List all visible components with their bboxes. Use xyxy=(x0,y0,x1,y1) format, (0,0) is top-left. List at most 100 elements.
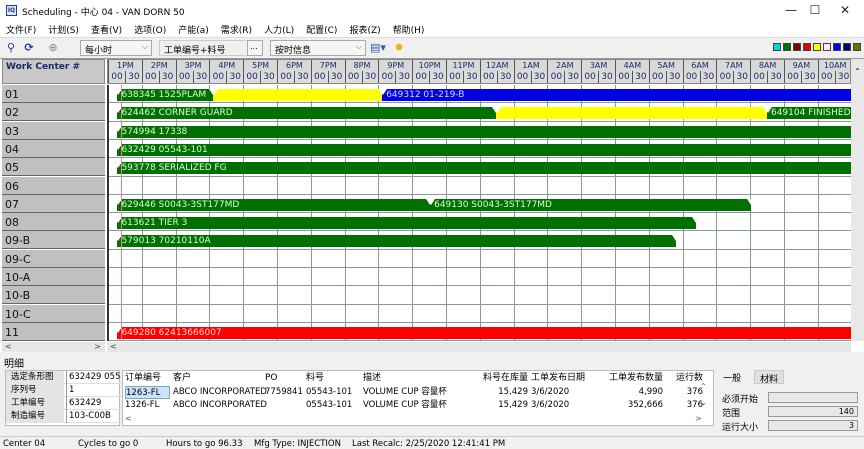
scroll-right-icon[interactable]: > xyxy=(94,342,101,351)
field-value[interactable] xyxy=(768,392,858,403)
table-scroll-down-icon[interactable]: ⌄ xyxy=(700,398,707,407)
legend-color-swatch[interactable] xyxy=(853,43,861,51)
schedule-bar[interactable]: 593778 SERIALIZED FG xyxy=(117,162,851,175)
work-center-row-label[interactable]: 05 xyxy=(2,158,105,177)
table-cell[interactable]: 352,666 xyxy=(601,399,663,412)
work-center-row-label[interactable]: 02 xyxy=(2,103,105,122)
field-value[interactable]: 3 xyxy=(768,420,858,431)
table-cell[interactable]: 1263-FL xyxy=(125,386,170,399)
schedule-bar[interactable]: 649312 01-219-B xyxy=(382,89,851,101)
info-select[interactable]: 按时信息 ⌵ xyxy=(270,40,366,56)
table-cell[interactable]: 7759841 xyxy=(265,386,305,399)
legend-color-swatch[interactable] xyxy=(803,43,811,51)
legend-color-swatch[interactable] xyxy=(793,43,801,51)
column-header[interactable]: 订单编号 xyxy=(125,372,170,385)
close-button[interactable]: ✕ xyxy=(830,2,860,19)
work-center-row-label[interactable]: 10-A xyxy=(2,268,105,286)
schedule-bar[interactable]: 649104 FINISHED GOODS xyxy=(766,107,851,120)
column-header[interactable]: 料号在库量 xyxy=(458,372,528,385)
binoculars-icon[interactable]: ⚲ xyxy=(4,41,18,55)
table-scroll-up-icon[interactable]: ⌃ xyxy=(700,382,707,391)
column-header[interactable]: PO xyxy=(265,372,305,385)
vertical-scrollbar[interactable]: ⌃ xyxy=(851,59,864,341)
menu-item[interactable]: 查看(V) xyxy=(85,21,128,37)
work-center-row-label[interactable]: 07 xyxy=(2,194,105,213)
work-center-row-label[interactable]: 09-C xyxy=(2,249,105,268)
scale-select[interactable]: 每小时 ⌵ xyxy=(80,40,152,56)
schedule-bar[interactable]: 579013 70210110A xyxy=(117,235,677,248)
table-cell[interactable]: VOLUME CUP 容量杯 xyxy=(363,399,458,412)
column-header[interactable]: 客户 xyxy=(173,372,263,385)
work-center-row-label[interactable]: 06 xyxy=(2,176,105,195)
maximize-button[interactable]: ☐ xyxy=(800,2,830,19)
field-value[interactable]: 140 xyxy=(768,406,858,417)
schedule-bar[interactable]: 649280 62413666007 xyxy=(117,326,851,339)
table-cell[interactable]: 3/6/2020 xyxy=(531,386,599,399)
table-cell[interactable]: 05543-101 xyxy=(306,386,361,399)
menu-item[interactable]: 需求(R) xyxy=(215,21,258,37)
menu-item[interactable]: 文件(F) xyxy=(0,21,42,37)
schedule-bar[interactable]: 632429 05543-101 xyxy=(117,143,851,156)
table-scroll-right-icon[interactable]: > xyxy=(695,414,702,423)
legend-color-swatch[interactable] xyxy=(843,43,851,51)
work-center-row-label[interactable]: 10-B xyxy=(2,286,105,305)
column-header[interactable]: 运行数 xyxy=(673,372,703,385)
scroll-left-icon[interactable]: < xyxy=(5,342,12,351)
legend-color-swatch[interactable] xyxy=(823,43,831,51)
schedule-bar[interactable] xyxy=(496,107,767,120)
zoom-icon[interactable]: ⊕ xyxy=(46,41,60,55)
scroll-left-icon[interactable]: < xyxy=(110,342,117,351)
table-cell[interactable]: 3/6/2020 xyxy=(531,399,599,412)
tab-general[interactable]: 一般 xyxy=(718,370,747,384)
property-value[interactable]: 1 xyxy=(66,384,121,397)
column-header[interactable]: 工单发布日期 xyxy=(531,372,599,385)
schedule-bar[interactable]: 629446 S0043-3ST177MD xyxy=(117,198,431,211)
work-center-row-label[interactable]: 08 xyxy=(2,213,105,232)
column-header[interactable]: 料号 xyxy=(306,372,361,385)
scroll-up-icon[interactable]: ⌃ xyxy=(851,59,864,76)
table-cell[interactable]: 15,429 xyxy=(458,399,528,412)
menu-item[interactable]: 报表(Z) xyxy=(343,21,386,37)
table-cell[interactable]: 376 xyxy=(673,399,703,412)
schedule-bar[interactable]: 638345 1525PLAM xyxy=(117,89,214,101)
work-center-row-label[interactable]: 09-B xyxy=(2,231,105,250)
work-center-row-label[interactable]: 03 xyxy=(2,121,105,140)
schedule-bar[interactable]: 613621 TIER 3 xyxy=(117,217,696,230)
work-center-row-label[interactable]: 10-C xyxy=(2,304,105,323)
legend-color-swatch[interactable] xyxy=(773,43,781,51)
menu-item[interactable]: 选项(O) xyxy=(128,21,172,37)
refresh-icon[interactable]: ⟳ xyxy=(22,41,36,55)
menu-item[interactable]: 帮助(H) xyxy=(387,21,431,37)
table-cell[interactable]: 1326-FL xyxy=(125,399,170,412)
table-cell[interactable]: ABCO INCORPORATED xyxy=(173,386,267,399)
table-cell[interactable]: 15,429 xyxy=(458,386,528,399)
schedule-bar[interactable]: 649130 S0043-3ST177MD xyxy=(430,198,752,211)
legend-color-swatch[interactable] xyxy=(833,43,841,51)
property-value[interactable]: 103-C00B xyxy=(66,410,121,423)
property-value[interactable]: 632429 xyxy=(66,397,121,410)
gear-icon[interactable]: ✹ xyxy=(392,41,406,55)
legend-color-swatch[interactable] xyxy=(813,43,821,51)
work-center-row-label[interactable]: 01 xyxy=(2,85,105,103)
column-header[interactable]: 工单发布数量 xyxy=(601,372,663,385)
work-center-row-label[interactable]: 04 xyxy=(2,139,105,158)
ellipsis-button[interactable]: ... xyxy=(247,40,263,56)
column-header[interactable]: 描述 xyxy=(363,372,458,385)
table-cell[interactable]: 376 xyxy=(673,386,703,399)
menu-item[interactable]: 产能(a) xyxy=(172,21,215,37)
table-cell[interactable]: ABCO INCORPORATED xyxy=(173,399,267,412)
property-value[interactable]: 632429 05543-101 xyxy=(66,371,121,384)
table-cell[interactable] xyxy=(265,399,305,412)
table-cell[interactable]: 4,990 xyxy=(601,386,663,399)
menu-item[interactable]: 人力(L) xyxy=(258,21,300,37)
menu-item[interactable]: 配置(C) xyxy=(300,21,343,37)
left-horizontal-scrollbar[interactable]: < > xyxy=(2,342,105,352)
table-cell[interactable]: 05543-101 xyxy=(306,399,361,412)
schedule-bar[interactable]: 624462 CORNER GUARD xyxy=(117,107,496,120)
tab-materials[interactable]: 材料 xyxy=(754,370,785,385)
schedule-bar[interactable] xyxy=(213,89,383,101)
calendar-icon[interactable]: ▤▾ xyxy=(370,41,386,55)
schedule-bar[interactable]: 574994 17338 xyxy=(117,125,851,138)
menu-item[interactable]: 计划(S) xyxy=(42,21,85,37)
schedule-area[interactable]: 638345 1525PLAM 649312 01-219-B 624462 COR… xyxy=(107,85,851,341)
